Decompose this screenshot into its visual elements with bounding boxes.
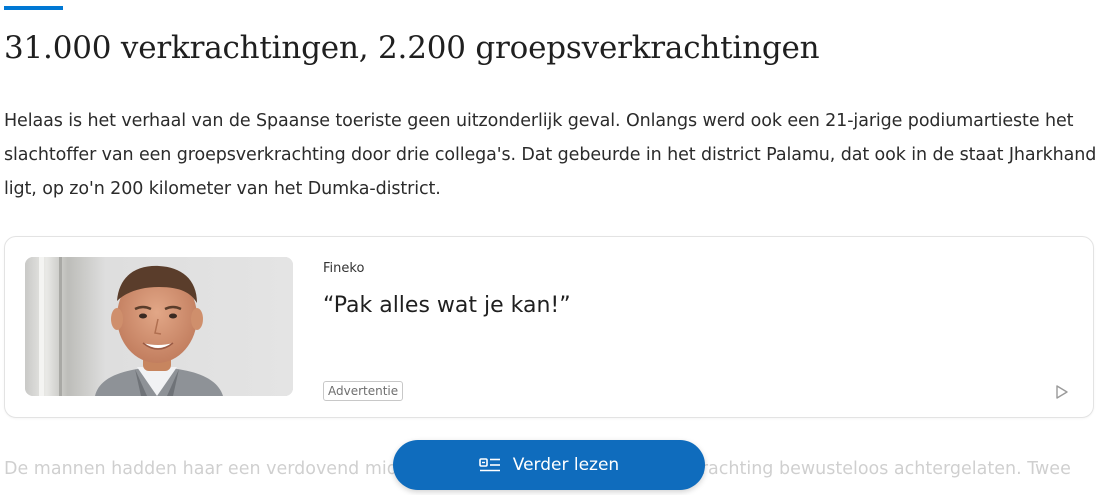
- article-paragraph: Helaas is het verhaal van de Spaanse toe…: [4, 111, 1097, 199]
- section-heading: 31.000 verkrachtingen, 2.200 groepsverkr…: [4, 30, 820, 66]
- ad-choices-play-icon[interactable]: [1052, 382, 1072, 402]
- reader-list-icon: [478, 456, 501, 474]
- ad-image[interactable]: [25, 257, 293, 396]
- ad-badge: Advertentie: [323, 381, 404, 401]
- sponsored-ad-card[interactable]: Fineko “Pak alles wat je kan!” Advertent…: [4, 236, 1094, 418]
- ad-photo-portrait: [25, 257, 293, 396]
- ad-source[interactable]: Fineko: [323, 261, 364, 277]
- section-accent-bar: [4, 6, 63, 10]
- ad-title[interactable]: “Pak alles wat je kan!”: [323, 291, 571, 321]
- read-more-label: Verder lezen: [512, 455, 620, 475]
- play-outline-icon: [1056, 385, 1068, 399]
- read-more-button[interactable]: Verder lezen: [393, 440, 705, 490]
